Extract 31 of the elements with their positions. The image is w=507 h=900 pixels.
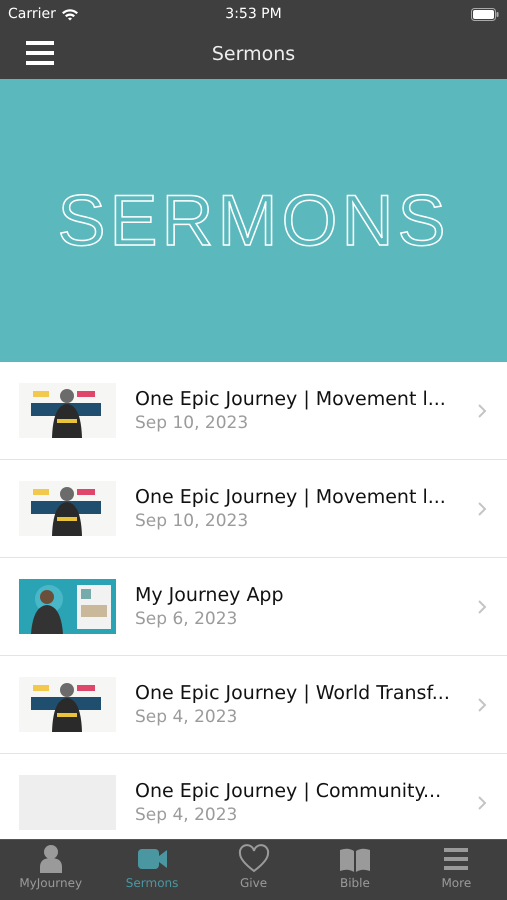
sermon-row[interactable]: My Journey App Sep 6, 2023 (0, 558, 507, 656)
sermon-title: One Epic Journey | Movement l... (135, 486, 447, 508)
sermon-title: One Epic Journey | World Transf... (135, 682, 451, 704)
sermon-row[interactable]: One Epic Journey | Movement l... Sep 10, 2023 (0, 460, 507, 558)
menu-button[interactable] (26, 40, 54, 66)
battery-icon (471, 8, 499, 20)
sermon-row[interactable]: One Epic Journey | World Transf... Sep 4, 2023 (0, 656, 507, 754)
sermon-title: One Epic Journey | Community... (135, 780, 442, 802)
wifi-icon (60, 8, 79, 20)
sermon-row[interactable]: One Epic Journey | Movement l... Sep 10, 2023 (0, 362, 507, 460)
chevron-right-icon (477, 500, 487, 516)
nav-title: Sermons (212, 42, 296, 64)
chevron-right-icon (477, 402, 487, 418)
sermon-date: Sep 4, 2023 (135, 707, 238, 727)
tab[interactable]: More (406, 840, 507, 900)
chevron-right-icon (477, 598, 487, 614)
tab[interactable]: MyJourney (0, 840, 102, 900)
heart-icon (236, 844, 271, 874)
sermon-title: My Journey App (135, 584, 285, 606)
clock-time: 3:53 PM (225, 6, 282, 22)
chevron-right-icon (477, 696, 487, 712)
sermon-date: Sep 6, 2023 (135, 609, 238, 629)
sermon-date: Sep 10, 2023 (135, 413, 250, 433)
tab[interactable]: Give (202, 840, 304, 900)
chevron-right-icon (477, 794, 487, 810)
sermon-date: Sep 10, 2023 (135, 511, 250, 531)
banner-title: SERMONS (57, 180, 450, 262)
sermon-title: One Epic Journey | Movement l... (135, 388, 447, 410)
sermon-date: Sep 4, 2023 (135, 805, 238, 825)
tab[interactable]: Bible (304, 840, 406, 900)
carrier-label: Carrier (8, 6, 56, 22)
